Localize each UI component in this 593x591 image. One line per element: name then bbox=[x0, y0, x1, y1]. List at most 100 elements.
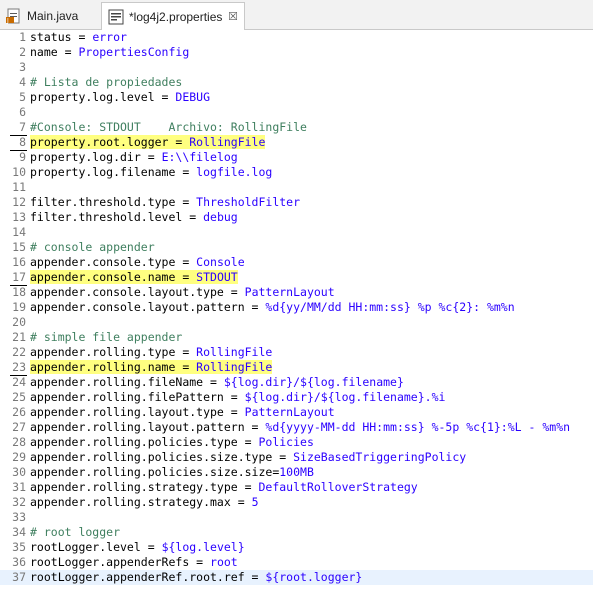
line-number: 10 bbox=[12, 165, 26, 179]
property-key: appender.rolling.strategy.max = bbox=[30, 495, 252, 509]
line-number: 2 bbox=[19, 45, 26, 59]
line-number: 4 bbox=[19, 75, 26, 89]
line-number: 6 bbox=[19, 105, 26, 119]
line-number: 35 bbox=[12, 540, 26, 554]
code-line[interactable]: 8 property.root.logger = RollingFile bbox=[0, 135, 593, 151]
line-code: appender.rolling.type = RollingFile bbox=[30, 345, 272, 360]
code-line[interactable]: 5 property.log.level = DEBUG bbox=[0, 90, 593, 105]
line-number: 15 bbox=[12, 240, 26, 254]
line-number: 30 bbox=[12, 465, 26, 479]
line-number: 32 bbox=[12, 495, 26, 509]
property-value: ThresholdFilter bbox=[196, 195, 301, 209]
line-number: 17 bbox=[10, 270, 27, 286]
code-line[interactable]: 33 bbox=[0, 510, 593, 525]
property-value: root bbox=[210, 555, 238, 569]
line-code: property.log.dir = E:\\filelog bbox=[30, 150, 238, 165]
code-line[interactable]: 12 filter.threshold.type = ThresholdFilte… bbox=[0, 195, 593, 210]
code-line[interactable]: 10 property.log.filename = logfile.log bbox=[0, 165, 593, 180]
code-line[interactable]: 19 appender.console.layout.pattern = %d{y… bbox=[0, 300, 593, 315]
code-line[interactable]: 22 appender.rolling.type = RollingFile bbox=[0, 345, 593, 360]
properties-editor[interactable]: 1 status = error 2 name = PropertiesConfig 3… bbox=[0, 30, 593, 591]
code-line[interactable]: 21 # simple file appender bbox=[0, 330, 593, 345]
line-code: appender.rolling.layout.pattern = %d{yyy… bbox=[30, 420, 570, 435]
code-line[interactable]: 16 appender.console.type = Console bbox=[0, 255, 593, 270]
code-line[interactable]: 6 bbox=[0, 105, 593, 120]
line-number: 14 bbox=[12, 225, 26, 239]
property-value: ${log.dir}/${log.filename}.%i bbox=[244, 390, 446, 404]
code-line[interactable]: 20 bbox=[0, 315, 593, 330]
code-line[interactable]: 34 # root logger bbox=[0, 525, 593, 540]
tab-log4j2-properties[interactable]: *log4j2.properties ☒ bbox=[101, 2, 245, 30]
code-line[interactable]: 36 rootLogger.appenderRefs = root bbox=[0, 555, 593, 570]
line-code: appender.rolling.filePattern = ${log.dir… bbox=[30, 390, 445, 405]
line-code: appender.console.type = Console bbox=[30, 255, 245, 270]
property-value: E:\\filelog bbox=[161, 150, 238, 164]
code-line[interactable]: 30 appender.rolling.policies.size.size=10… bbox=[0, 465, 593, 480]
code-lines: 1 status = error 2 name = PropertiesConfig 3… bbox=[0, 30, 593, 585]
code-line[interactable]: 28 appender.rolling.policies.type = Polic… bbox=[0, 435, 593, 450]
line-number: 27 bbox=[12, 420, 26, 434]
line-code: appender.rolling.strategy.type = Default… bbox=[30, 480, 418, 495]
property-value: RollingFile bbox=[196, 345, 273, 359]
line-code: rootLogger.appenderRefs = root bbox=[30, 555, 238, 570]
code-line[interactable]: 1 status = error bbox=[0, 30, 593, 45]
code-line[interactable]: 9 property.log.dir = E:\\filelog bbox=[0, 150, 593, 165]
line-number: 12 bbox=[12, 195, 26, 209]
code-line[interactable]: 7 #Console: STDOUT Archivo: RollingFile bbox=[0, 120, 593, 136]
close-icon[interactable]: ☒ bbox=[228, 10, 238, 23]
property-value: PropertiesConfig bbox=[78, 45, 190, 59]
code-line[interactable]: 23 appender.rolling.name = RollingFile bbox=[0, 360, 593, 376]
line-number: 13 bbox=[12, 210, 26, 224]
code-line[interactable]: 15 # console appender bbox=[0, 240, 593, 255]
comment-text: #Console: STDOUT Archivo: RollingFile bbox=[30, 120, 307, 134]
code-line[interactable]: 14 bbox=[0, 225, 593, 240]
comment-text: # root logger bbox=[30, 525, 121, 539]
code-line[interactable]: 13 filter.threshold.level = debug bbox=[0, 210, 593, 225]
code-line[interactable]: 29 appender.rolling.policies.size.type = … bbox=[0, 450, 593, 465]
line-code: property.log.level = DEBUG bbox=[30, 90, 210, 105]
line-number: 18 bbox=[12, 285, 26, 299]
line-code: # Lista de propiedades bbox=[30, 75, 182, 90]
property-value: %d{yy/MM/dd HH:mm:ss} %p %c{2}: %m%n bbox=[265, 300, 515, 314]
line-code: appender.rolling.strategy.max = 5 bbox=[30, 495, 259, 510]
property-value: ${root.logger} bbox=[265, 570, 363, 584]
line-number: 16 bbox=[12, 255, 26, 269]
code-line[interactable]: 18 appender.console.layout.type = Pattern… bbox=[0, 285, 593, 300]
property-key: appender.rolling.layout.type = bbox=[30, 405, 245, 419]
code-line[interactable]: 3 bbox=[0, 60, 593, 75]
code-line[interactable]: 4 # Lista de propiedades bbox=[0, 75, 593, 90]
tab-main-java[interactable]: J Main.java bbox=[0, 2, 100, 29]
comment-text: # Lista de propiedades bbox=[30, 75, 183, 89]
property-value: logfile.log bbox=[196, 165, 273, 179]
code-line[interactable]: 37 rootLogger.appenderRef.root.ref = ${ro… bbox=[0, 570, 593, 585]
line-number: 28 bbox=[12, 435, 26, 449]
code-line[interactable]: 32 appender.rolling.strategy.max = 5 bbox=[0, 495, 593, 510]
code-line[interactable]: 27 appender.rolling.layout.pattern = %d{y… bbox=[0, 420, 593, 435]
line-number: 37 bbox=[12, 570, 26, 584]
property-key: status = bbox=[30, 30, 93, 44]
line-code: filter.threshold.level = debug bbox=[30, 210, 238, 225]
line-code: # console appender bbox=[30, 240, 155, 255]
property-key: name = bbox=[30, 45, 79, 59]
line-code: appender.rolling.layout.type = PatternLa… bbox=[30, 405, 335, 420]
code-line[interactable]: 25 appender.rolling.filePattern = ${log.d… bbox=[0, 390, 593, 405]
code-line[interactable]: 2 name = PropertiesConfig bbox=[0, 45, 593, 60]
property-key: property.root.logger = bbox=[30, 135, 190, 149]
code-line[interactable]: 24 appender.rolling.fileName = ${log.dir}… bbox=[0, 375, 593, 390]
property-key: rootLogger.level = bbox=[30, 540, 162, 554]
line-code: appender.rolling.policies.size.size=100M… bbox=[30, 465, 314, 480]
line-number: 26 bbox=[12, 405, 26, 419]
line-code: property.root.logger = RollingFile bbox=[30, 135, 266, 150]
line-code: appender.console.layout.type = PatternLa… bbox=[30, 285, 335, 300]
property-value: debug bbox=[203, 210, 238, 224]
tab-label: Main.java bbox=[27, 8, 79, 23]
code-line[interactable]: 17 appender.console.name = STDOUT bbox=[0, 270, 593, 286]
property-value: ${log.dir}/${log.filename} bbox=[223, 375, 404, 389]
code-line[interactable]: 26 appender.rolling.layout.type = Pattern… bbox=[0, 405, 593, 420]
code-line[interactable]: 31 appender.rolling.strategy.type = Defau… bbox=[0, 480, 593, 495]
line-number: 33 bbox=[12, 510, 26, 524]
code-line[interactable]: 11 bbox=[0, 180, 593, 195]
property-key: rootLogger.appenderRefs = bbox=[30, 555, 211, 569]
properties-file-icon bbox=[108, 9, 124, 25]
code-line[interactable]: 35 rootLogger.level = ${log.level} bbox=[0, 540, 593, 555]
